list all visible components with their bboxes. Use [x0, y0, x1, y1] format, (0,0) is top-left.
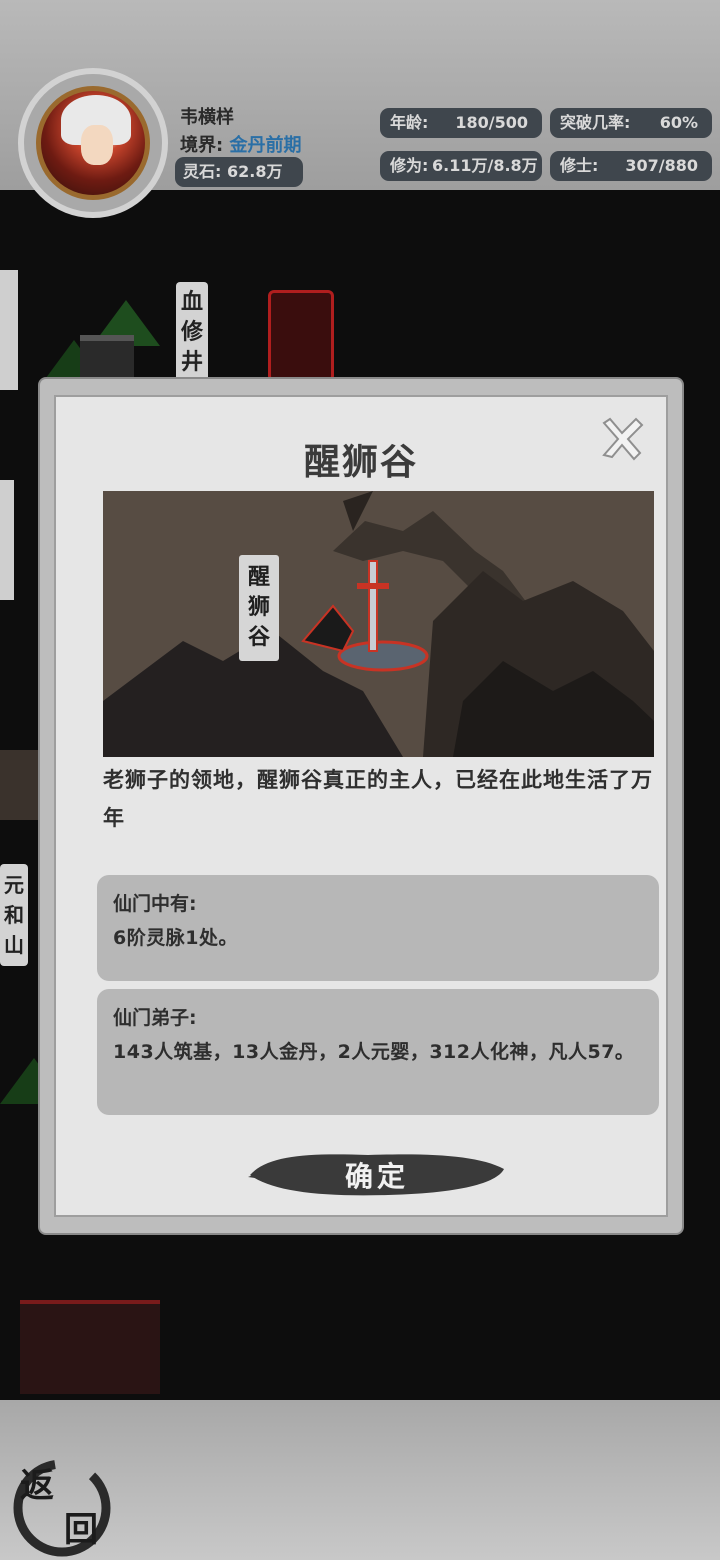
close-icon — [602, 417, 644, 461]
sect-resources-content: 6阶灵脉1处。 — [113, 927, 238, 949]
location-illustration: 醒狮谷 — [103, 491, 654, 757]
realm-label: 境界: — [180, 135, 224, 156]
avatar — [36, 86, 150, 200]
map-location-label: 元和山 — [4, 873, 24, 957]
spirit-stone-badge: 灵石: 62.8万 — [175, 157, 303, 187]
sect-disciples-title: 仙门弟子: — [113, 1007, 197, 1029]
location-description: 老狮子的领地，醒狮谷真正的主人，已经在此地生活了万年 — [103, 768, 653, 830]
blood-well-icon[interactable] — [268, 290, 334, 382]
age-label: 年龄: — [390, 113, 429, 132]
cultivation-label: 修为: — [390, 156, 429, 175]
disciples-value: 307/880 — [625, 156, 698, 175]
cultivation-stat: 修为: 6.11万/8.8万 — [380, 151, 542, 181]
sect-disciples-content: 143人筑基，13人金丹，2人元婴，312人化神，凡人57。 — [113, 1041, 635, 1063]
sect-resources-box: 仙门中有: 6阶灵脉1处。 — [97, 875, 659, 981]
breakthrough-value: 60% — [659, 113, 698, 132]
spirit-stone-text: 灵石: 62.8万 — [183, 162, 283, 181]
dialog-panel: 醒狮谷 醒狮谷 老狮子的领地，醒狮谷真正的主人，已经在此地生活了万年 仙门中有:… — [54, 395, 668, 1217]
cultivation-value: 6.11万/8.8万 — [432, 156, 538, 175]
map-location-xuexiujing[interactable]: 血修井 — [176, 282, 208, 384]
player-avatar-frame[interactable] — [18, 68, 168, 218]
sect-resources-title: 仙门中有: — [113, 893, 197, 915]
back-button-char-1: 返 — [20, 1466, 54, 1506]
map-location-yuanheshan[interactable]: 元和山 — [0, 864, 28, 966]
red-temple-icon[interactable] — [20, 1300, 160, 1394]
dialog-title: 醒狮谷 — [303, 442, 418, 483]
back-button[interactable]: 返 回 — [4, 1450, 114, 1560]
illustration-banner: 醒狮谷 — [239, 555, 279, 661]
confirm-button[interactable]: 确定 — [248, 1147, 506, 1199]
map-edge-strip — [0, 270, 18, 390]
realm-value: 金丹前期 — [229, 135, 302, 156]
age-stat: 年龄: 180/500 — [380, 108, 542, 138]
age-value: 180/500 — [455, 113, 528, 132]
map-edge-strip — [0, 480, 14, 600]
confirm-button-label: 确定 — [344, 1160, 409, 1193]
disciples-stat: 修士: 307/880 — [550, 151, 712, 181]
mountain-scene-art — [103, 491, 654, 757]
back-button-char-2: 回 — [64, 1510, 98, 1550]
breakthrough-label: 突破几率: — [560, 113, 631, 132]
breakthrough-stat: 突破几率: 60% — [550, 108, 712, 138]
close-button[interactable] — [598, 415, 646, 463]
disciples-label: 修士: — [560, 156, 599, 175]
sect-disciples-box: 仙门弟子: 143人筑基，13人金丹，2人元婴，312人化神，凡人57。 — [97, 989, 659, 1115]
realm-row: 境界: 金丹前期 — [180, 131, 301, 157]
player-name: 韦横样 — [180, 107, 234, 128]
temple-icon — [80, 335, 134, 381]
map-location-label: 血修井 — [180, 290, 203, 375]
location-dialog: 醒狮谷 醒狮谷 老狮子的领地，醒狮谷真正的主人，已经在此地生活了万年 仙门中有:… — [38, 377, 684, 1235]
